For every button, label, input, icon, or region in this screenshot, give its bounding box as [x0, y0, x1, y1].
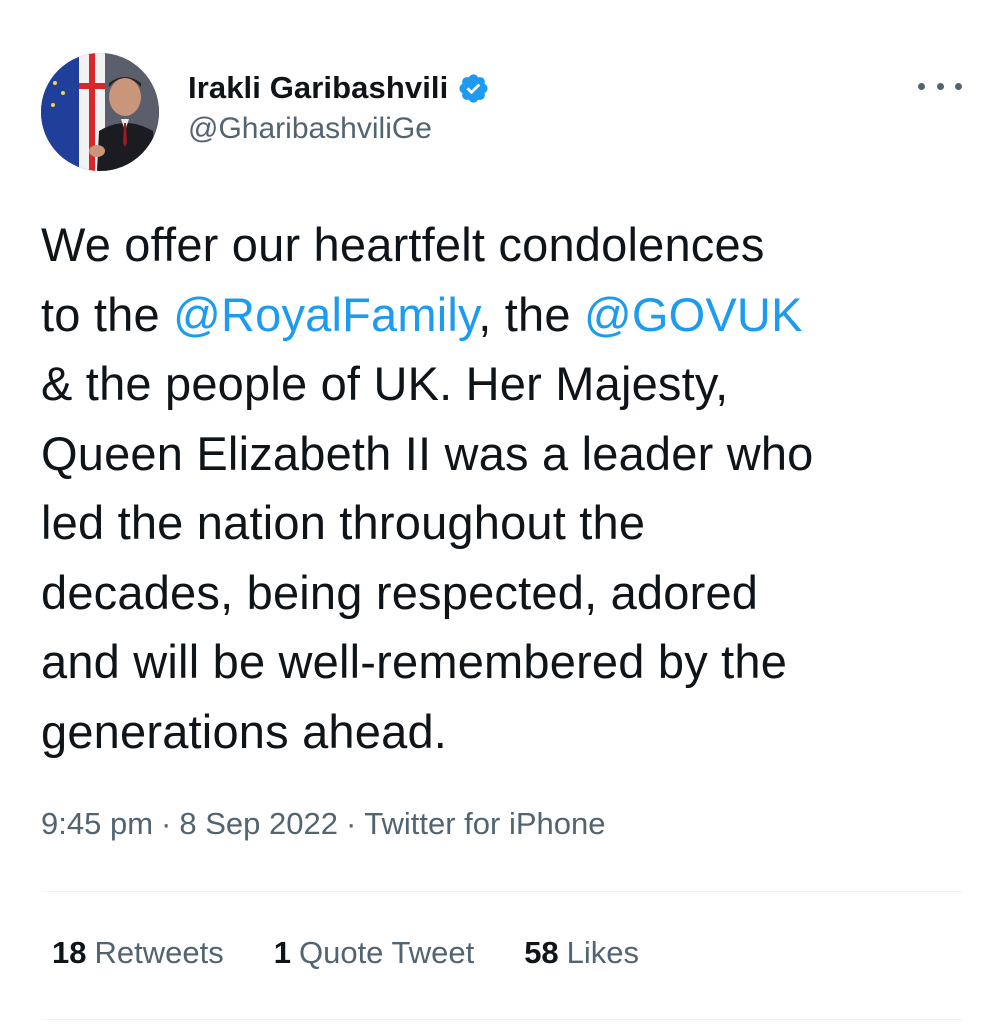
- tweet-text: We offer our heartfelt condolences to the…: [41, 210, 971, 766]
- quote-tweets-count: 1: [273, 935, 291, 970]
- likes-label: Likes: [566, 935, 640, 970]
- likes-count: 58: [524, 935, 559, 970]
- tweet-text-line: & the people of UK. Her Majesty,: [41, 349, 971, 419]
- tweet-text-line: led the nation throughout the: [41, 488, 971, 558]
- divider: [41, 1019, 962, 1020]
- author-handle[interactable]: @GharibashviliGe: [188, 112, 432, 146]
- author-name-row[interactable]: Irakli Garibashvili: [188, 66, 490, 110]
- tweet-meta: 9:45 pm · 8 Sep 2022 · Twitter for iPhone: [41, 806, 605, 842]
- tweet-text-line: and will be well-remembered by the: [41, 627, 971, 697]
- mention-link[interactable]: @GOVUK: [584, 288, 803, 341]
- meta-separator: ·: [345, 806, 357, 841]
- tweet-text-segment: Queen Elizabeth II was a leader who: [41, 426, 814, 480]
- tweet-text-segment: , the: [478, 287, 584, 341]
- tweet-text-line: Queen Elizabeth II was a leader who: [41, 419, 971, 489]
- more-horizontal-icon[interactable]: [914, 70, 966, 102]
- retweets-stat[interactable]: 18 Retweets: [52, 935, 224, 971]
- tweet-text-segment: We offer our heartfelt condolences: [41, 218, 765, 271]
- tweet-text-line: We offer our heartfelt condolences: [41, 210, 971, 280]
- avatar-photo: [41, 53, 159, 171]
- tweet-text-segment: to the: [41, 287, 174, 341]
- verified-badge-icon: [457, 72, 490, 105]
- tweet-text-segment: decades, being respected, adored: [41, 565, 759, 619]
- quote-tweets-stat[interactable]: 1 Quote Tweet: [274, 935, 474, 971]
- avatar[interactable]: [41, 53, 159, 171]
- tweet-text-segment: & the people of UK. Her Majesty,: [41, 357, 729, 410]
- meta-separator: ·: [161, 806, 172, 841]
- quote-tweets-label: Quote Tweet: [298, 935, 475, 970]
- more-dot: [918, 82, 925, 90]
- more-dot: [936, 82, 944, 90]
- divider: [41, 891, 962, 892]
- tweet-text-segment: generations ahead.: [41, 704, 448, 758]
- tweet-stats: 18 Retweets 1 Quote Tweet 58 Likes: [52, 935, 689, 971]
- tweet-source[interactable]: Twitter for iPhone: [364, 806, 605, 841]
- retweets-count: 18: [52, 935, 87, 970]
- tweet-text-line: to the @RoyalFamily, the @GOVUK: [41, 280, 971, 350]
- mention-link[interactable]: @RoyalFamily: [173, 288, 478, 341]
- tweet-text-line: decades, being respected, adored: [41, 558, 971, 628]
- retweets-label: Retweets: [94, 935, 224, 970]
- tweet-time[interactable]: 9:45 pm: [41, 806, 153, 841]
- author-display-name[interactable]: Irakli Garibashvili: [188, 70, 448, 106]
- tweet-text-line: generations ahead.: [41, 697, 971, 767]
- likes-stat[interactable]: 58 Likes: [524, 935, 639, 971]
- tweet-date[interactable]: 8 Sep 2022: [179, 806, 338, 841]
- tweet-text-segment: led the nation throughout the: [41, 496, 646, 549]
- more-dot: [955, 82, 962, 90]
- tweet-text-segment: and will be well-remembered by the: [41, 635, 788, 688]
